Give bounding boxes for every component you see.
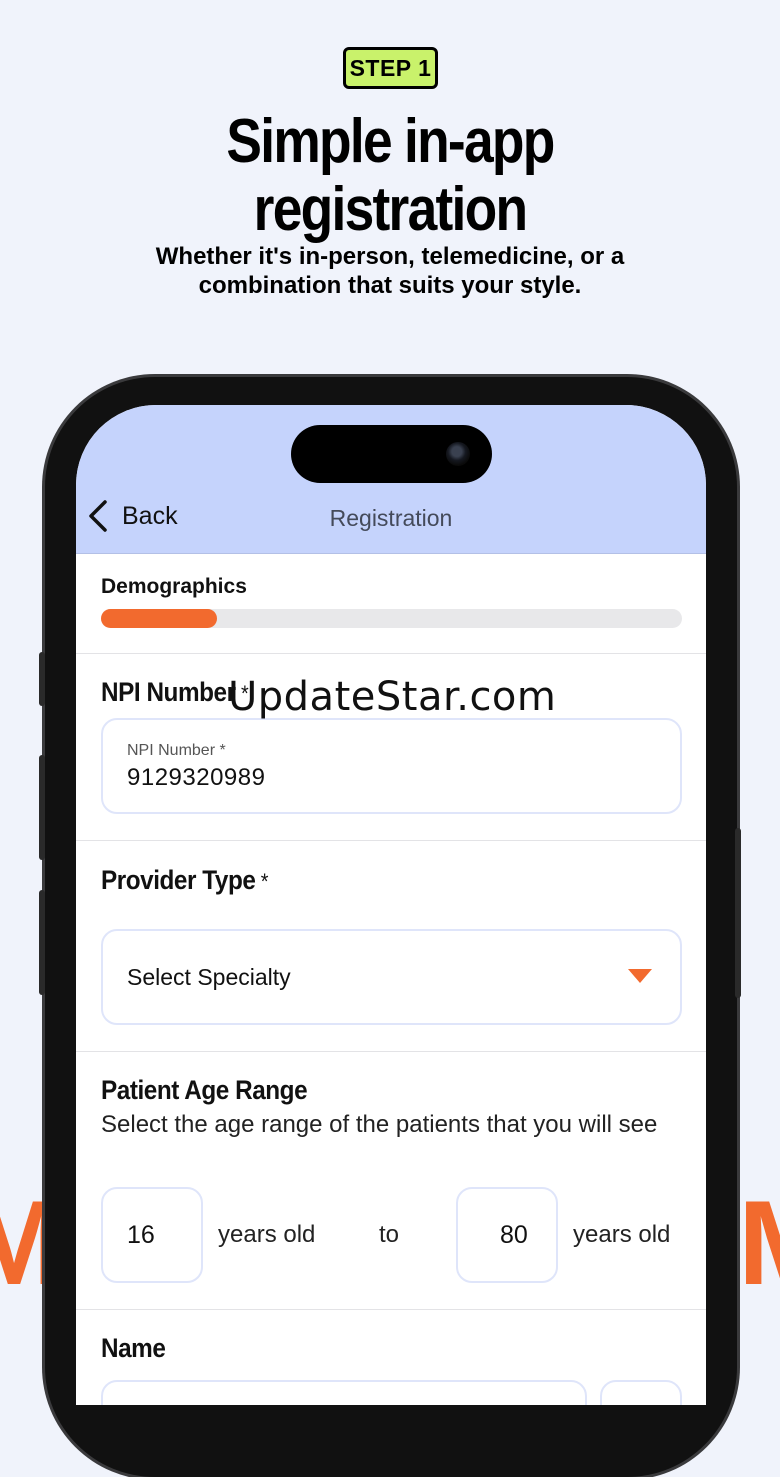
- decor-right-shape: M: [738, 1193, 780, 1293]
- min-age-value: 16: [127, 1221, 155, 1249]
- age-range-connector: to: [379, 1221, 400, 1248]
- promo-subline: Whether it's in-person, telemedicine, or…: [0, 242, 780, 300]
- progress-section: [76, 553, 706, 654]
- subline-line-1: Whether it's in-person, telemedicine, or…: [155, 243, 625, 270]
- watermark-text: UpdateStar.com: [228, 674, 557, 720]
- name-heading: Name: [101, 1333, 166, 1363]
- promo-headline: Simple in-app registration: [55, 108, 726, 244]
- min-age-input[interactable]: 16: [101, 1187, 203, 1283]
- phone-volume-down-button: [39, 890, 45, 995]
- first-name-input[interactable]: [101, 1380, 587, 1405]
- dropdown-caret-icon: [628, 969, 652, 983]
- decor-left-shape: M: [0, 1193, 44, 1293]
- dynamic-island: [291, 425, 492, 483]
- npi-input-value: 9129320989: [127, 764, 266, 791]
- app-screen: Back Registration Demographics NPI Numbe…: [76, 405, 706, 1405]
- progress-section-label: Demographics: [101, 575, 247, 598]
- npi-float-label: NPI Number *: [127, 742, 226, 759]
- subline-line-2: combination that suits your style.: [198, 272, 582, 299]
- headline-line-2: registration: [253, 175, 528, 244]
- headline-line-1: Simple in-app: [226, 107, 555, 176]
- name-suffix-input[interactable]: [600, 1380, 682, 1405]
- step-badge: STEP 1: [343, 47, 438, 89]
- min-age-suffix: years old: [218, 1221, 316, 1248]
- progress-bar: [101, 609, 682, 628]
- page-title: Registration: [329, 505, 453, 531]
- provider-type-heading: Provider Type *: [101, 865, 269, 896]
- provider-type-required-mark: *: [260, 869, 269, 894]
- age-range-heading: Patient Age Range: [101, 1075, 308, 1105]
- npi-heading-text: NPI Number: [101, 677, 236, 707]
- provider-specialty-select[interactable]: Select Specialty: [101, 929, 682, 1025]
- max-age-input[interactable]: 80: [456, 1187, 558, 1283]
- npi-heading: NPI Number *: [101, 677, 249, 708]
- npi-number-input[interactable]: NPI Number * 9129320989: [101, 718, 682, 814]
- max-age-suffix: years old: [573, 1221, 671, 1248]
- max-age-value: 80: [500, 1221, 528, 1249]
- camera-icon: [446, 442, 470, 466]
- navigation-bar: Back Registration: [76, 405, 706, 554]
- phone-power-button: [735, 828, 741, 998]
- phone-action-button: [39, 652, 45, 706]
- specialty-select-value: Select Specialty: [127, 964, 291, 990]
- age-range-description: Select the age range of the patients tha…: [101, 1111, 658, 1138]
- provider-type-heading-text: Provider Type: [101, 865, 256, 895]
- progress-bar-fill: [101, 609, 218, 628]
- phone-volume-up-button: [39, 755, 45, 860]
